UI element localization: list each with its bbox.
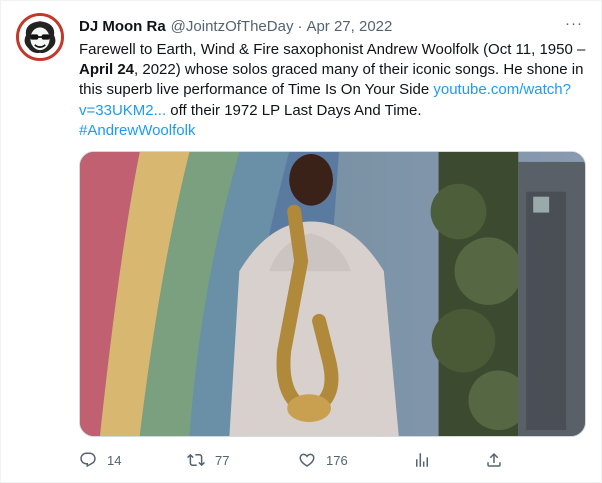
like-count: 176	[326, 452, 348, 468]
tweet-card[interactable]: DJ Moon Ra @JointzOfTheDay · Apr 27, 202…	[0, 0, 602, 483]
separator: ·	[297, 17, 303, 35]
reply-count: 14	[107, 452, 122, 468]
analytics-button[interactable]	[413, 450, 431, 470]
analytics-icon	[416, 453, 428, 467]
retweet-count: 77	[215, 452, 230, 468]
avatar[interactable]	[16, 13, 64, 61]
tweet-date[interactable]: Apr 27, 2022	[306, 18, 392, 35]
retweet-button[interactable]: 77	[187, 450, 229, 470]
user-handle[interactable]: @JointzOfTheDay	[171, 18, 294, 35]
reply-icon	[80, 452, 96, 468]
tweet-header: DJ Moon Ra @JointzOfTheDay · Apr 27, 202…	[79, 15, 392, 37]
display-name[interactable]: DJ Moon Ra	[79, 18, 166, 35]
tweet-actions: 14 77 176	[79, 450, 509, 470]
tweet-text: Farewell to Earth, Wind & Fire saxophoni…	[79, 40, 589, 141]
like-icon	[299, 453, 315, 467]
video-thumbnail[interactable]	[79, 151, 586, 437]
tweet-text-part1: Farewell to Earth, Wind & Fire saxophoni…	[79, 41, 586, 58]
reply-button[interactable]: 14	[79, 450, 121, 470]
tweet-text-bold: April 24	[79, 61, 135, 79]
tweet-text-part3: off their 1972 LP Last Days And Time.	[166, 101, 422, 119]
hashtag-link[interactable]: #AndrewWoolfolk	[79, 122, 195, 139]
share-icon	[487, 452, 501, 467]
like-button[interactable]: 176	[298, 450, 348, 470]
share-button[interactable]	[485, 450, 503, 470]
more-icon[interactable]: ···	[562, 15, 586, 35]
retweet-icon	[187, 453, 205, 467]
